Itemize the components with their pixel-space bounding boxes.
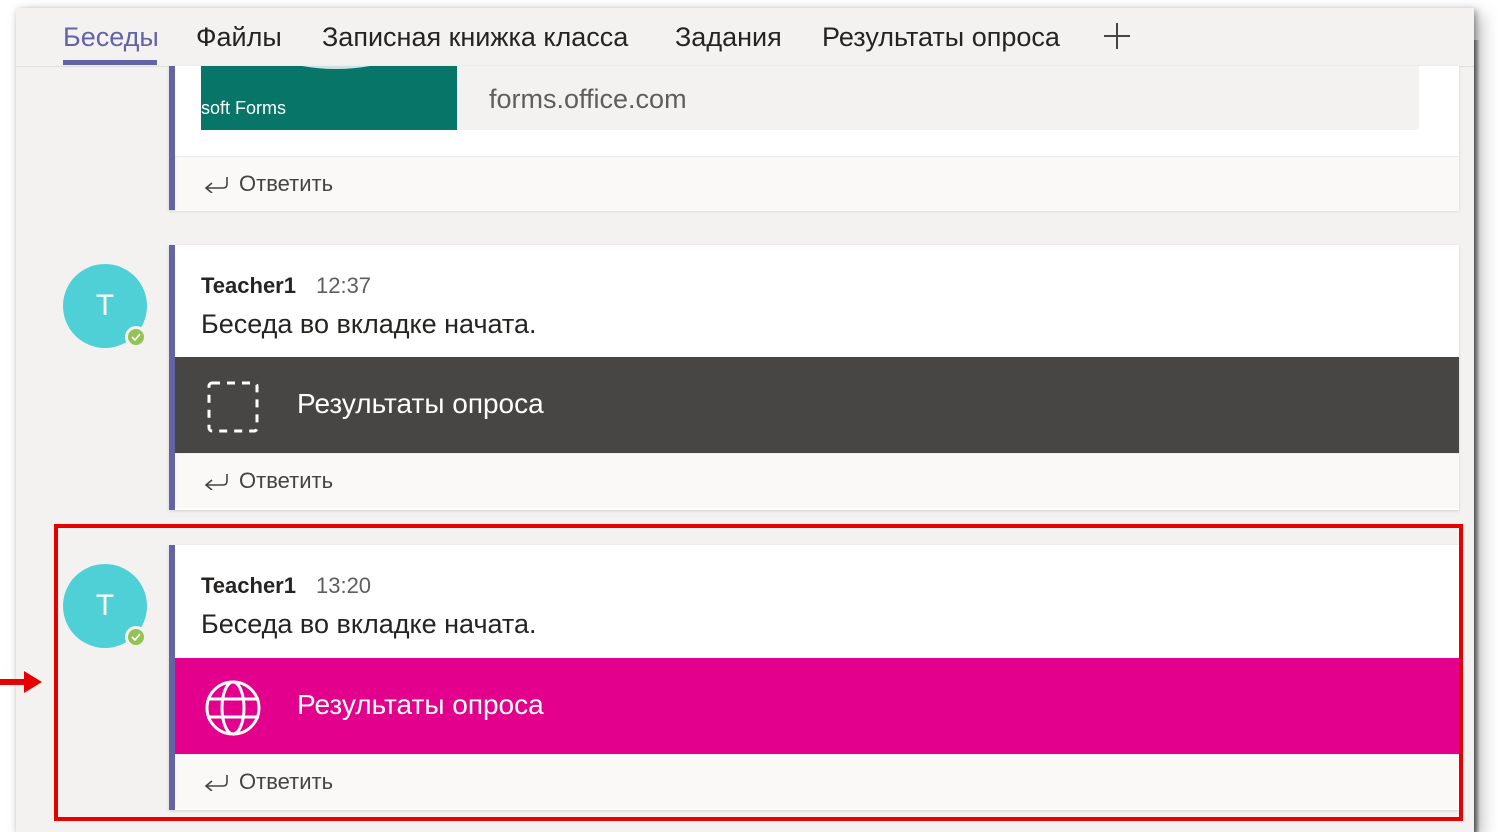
active-tab-indicator (63, 60, 157, 65)
reply-label: Ответить (239, 171, 334, 196)
presence-available-icon (125, 326, 147, 348)
channel-tabs-bar: Беседы Файлы Записная книжка класса Зада… (16, 8, 1474, 67)
tab-card-label: Результаты опроса (297, 388, 544, 419)
forms-logo-icon (302, 66, 370, 69)
reply-arrow-icon (204, 474, 228, 490)
reply-button[interactable]: Ответить (203, 468, 333, 494)
reply-label: Ответить (239, 468, 334, 493)
link-preview-domain: forms.office.com (489, 84, 687, 114)
message-header: Teacher1 12:37 (201, 273, 371, 299)
reply-bar: Ответить (175, 156, 1459, 211)
reply-arrow-icon (204, 177, 228, 193)
tab-conversations[interactable]: Беседы (63, 22, 159, 53)
reply-bar: Ответить (175, 453, 1459, 508)
message-card: Teacher1 12:37 Беседа во вкладке начата. … (169, 245, 1459, 510)
plus-icon[interactable] (1102, 21, 1132, 51)
link-preview-thumbnail: soft Forms (201, 66, 457, 130)
avatar-letter: T (95, 289, 115, 322)
tab-survey-results[interactable]: Результаты опроса (822, 22, 1060, 53)
link-preview-thumb-text: soft Forms (201, 98, 287, 118)
tab-files[interactable]: Файлы (196, 22, 282, 53)
dashed-square-icon (207, 381, 259, 433)
link-preview[interactable]: soft Forms forms.office.com (201, 66, 1419, 130)
arrow-right-icon (0, 671, 42, 693)
tab-card[interactable]: Результаты опроса (175, 357, 1459, 453)
highlight-box (54, 524, 1463, 821)
timestamp: 12:37 (315, 273, 372, 298)
author-name[interactable]: Teacher1 (201, 273, 296, 298)
tab-class-notebook[interactable]: Записная книжка класса (322, 22, 628, 53)
window-shadow (1474, 40, 1480, 832)
reply-button[interactable]: Ответить (203, 171, 333, 197)
message-card: soft Forms forms.office.com Ответить (169, 66, 1459, 211)
tab-assignments[interactable]: Задания (675, 22, 782, 53)
message-text: Беседа во вкладке начата. (201, 309, 537, 339)
